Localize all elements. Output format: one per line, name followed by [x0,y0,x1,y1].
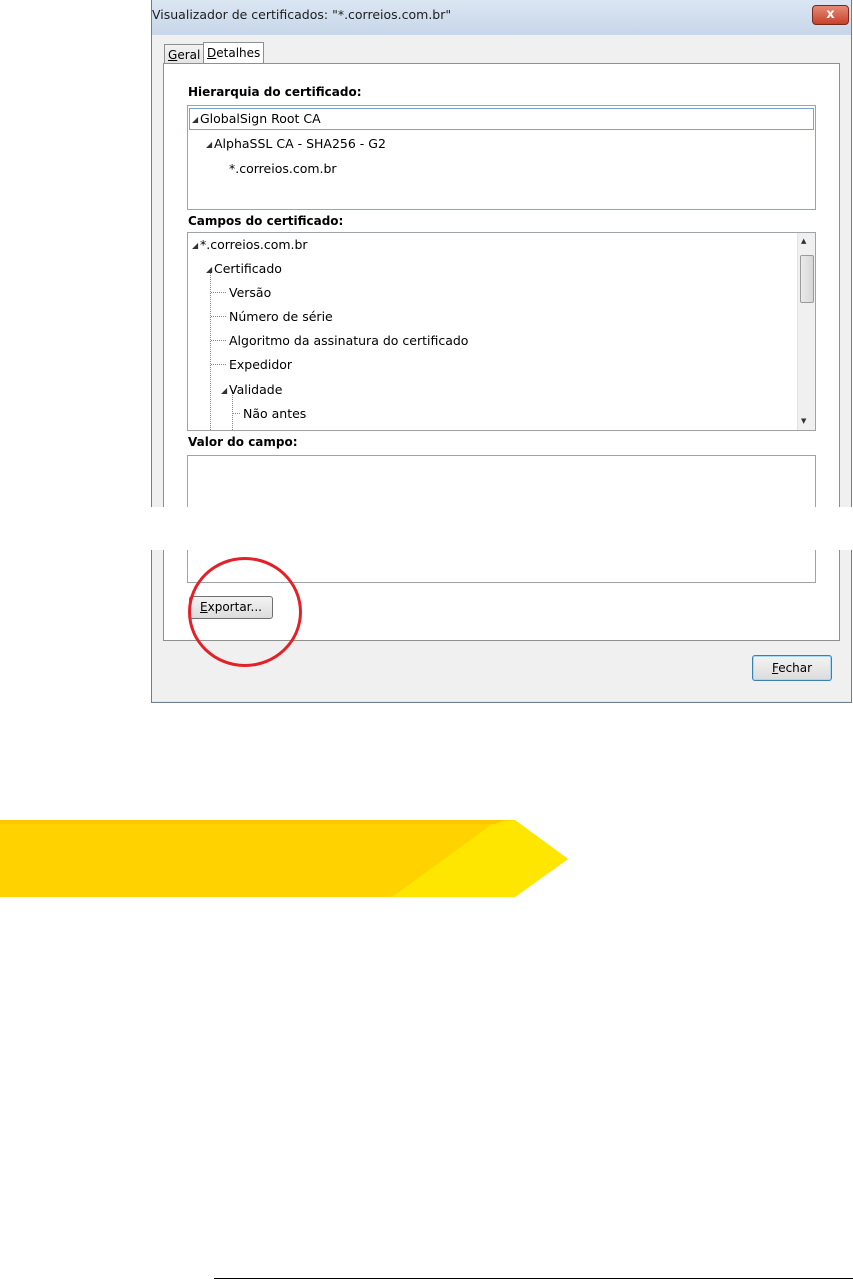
field-item[interactable]: Não antes [243,406,306,421]
expand-triangle-icon: ◢ [206,265,213,274]
field-item-label: Validade [229,382,283,397]
banner-top-edge [0,820,505,824]
tab-detalhes[interactable]: Detalhes [203,42,265,64]
tree-guide-line [211,340,226,341]
expand-triangle-icon: ◢ [192,241,199,250]
tab-detalhes-mnemonic: D [207,46,217,60]
hierarchy-item-leaf[interactable]: *.correios.com.br [229,161,337,176]
fields-scrollbar[interactable]: ▲ ▼ [797,233,815,430]
field-item-label: Não antes [243,406,307,421]
field-item-label: Certificado [214,261,282,276]
close-label: echar [778,661,813,675]
scrollbar-thumb[interactable] [800,255,814,303]
tab-detalhes-label: etalhes [216,46,261,60]
hierarchy-item-intermediate[interactable]: ◢ AlphaSSL CA - SHA256 - G2 [206,136,386,151]
hierarchy-item-label: *.correios.com.br [229,161,337,176]
close-button[interactable]: Fechar [752,655,832,681]
tree-guide-line [211,316,226,317]
scroll-up-icon[interactable]: ▲ [801,237,806,245]
tree-guide-line [211,364,226,365]
close-icon[interactable]: x [812,5,849,25]
field-item-label: Expedidor [229,357,293,372]
scroll-down-icon[interactable]: ▼ [801,417,806,425]
window-title: Visualizador de certificados: "*.correio… [152,7,452,22]
field-item[interactable]: ◢ *.correios.com.br [192,237,308,252]
highlight-circle [188,557,302,667]
field-item-label: Versão [229,285,272,300]
details-tab-page: Hierarquia do certificado: ◢ GlobalSign R… [163,63,840,641]
hierarchy-item-root[interactable]: ◢ GlobalSign Root CA [192,111,321,126]
fields-tree[interactable]: ◢ *.correios.com.br ◢ Certificado Versão N… [187,232,816,431]
expand-triangle-icon: ◢ [221,386,228,395]
hierarchy-item-label: GlobalSign Root CA [200,111,321,126]
tab-geral[interactable]: Geral [164,44,205,63]
tab-geral-label: eral [177,48,201,62]
tree-guide-line [210,269,211,430]
hierarchy-label: Hierarquia do certificado: [188,85,362,99]
tree-guide-line [233,413,240,414]
field-item[interactable]: Expedidor [229,357,292,372]
bottom-rule [214,1278,853,1279]
field-item-label: Algoritmo da assinatura do certificado [229,333,469,348]
field-item[interactable]: Número de série [229,309,333,324]
fields-label: Campos do certificado: [188,214,344,228]
field-item[interactable]: ◢ Validade [221,382,282,397]
field-item-label: Número de série [229,309,333,324]
expand-triangle-icon: ◢ [192,115,199,124]
hierarchy-item-label: AlphaSSL CA - SHA256 - G2 [214,136,386,151]
hierarchy-tree[interactable]: ◢ GlobalSign Root CA ◢ AlphaSSL CA - SHA25… [187,105,816,210]
field-value-label: Valor do campo: [188,435,298,449]
tab-geral-mnemonic: G [168,48,178,62]
field-item-label: *.correios.com.br [200,237,308,252]
field-item[interactable]: Algoritmo da assinatura do certificado [229,333,468,348]
field-item[interactable]: ◢ Certificado [206,261,282,276]
yellow-banner [0,820,568,897]
field-item[interactable]: Versão [229,285,271,300]
expand-triangle-icon: ◢ [206,140,213,149]
screenshot-gap [140,507,853,550]
title-bar: Visualizador de certificados: "*.correio… [152,0,851,35]
tree-guide-line [211,292,226,293]
